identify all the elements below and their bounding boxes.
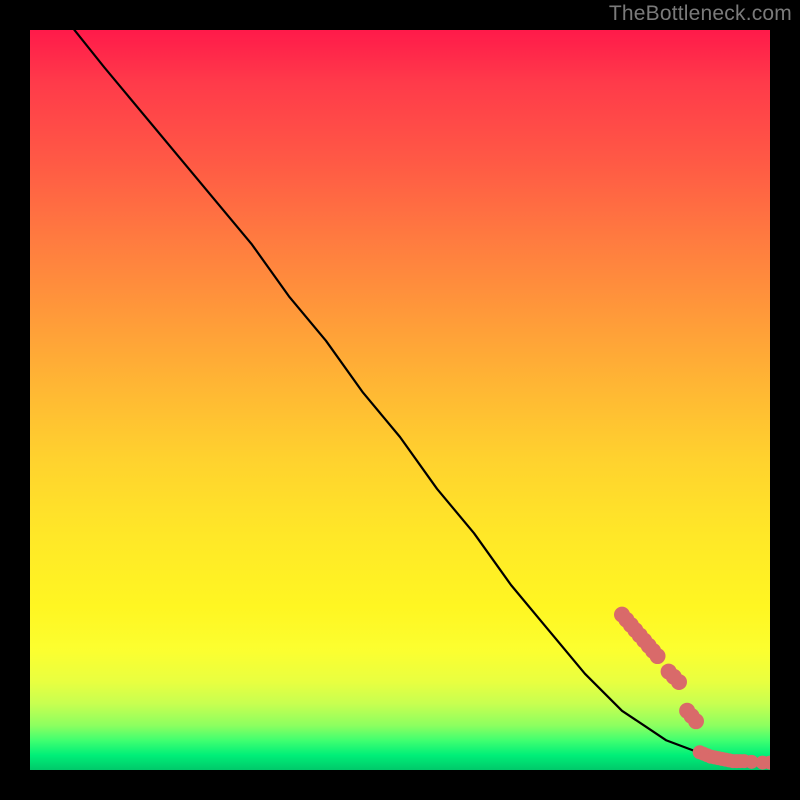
chart-frame: TheBottleneck.com <box>0 0 800 800</box>
point-points-upper-cluster <box>650 648 666 664</box>
plot-area <box>30 30 770 770</box>
point-points-lower-cluster <box>688 713 704 729</box>
watermark-label: TheBottleneck.com <box>609 2 792 26</box>
chart-svg <box>30 30 770 770</box>
series-curve <box>74 30 770 763</box>
point-points-mid-cluster <box>671 674 687 690</box>
